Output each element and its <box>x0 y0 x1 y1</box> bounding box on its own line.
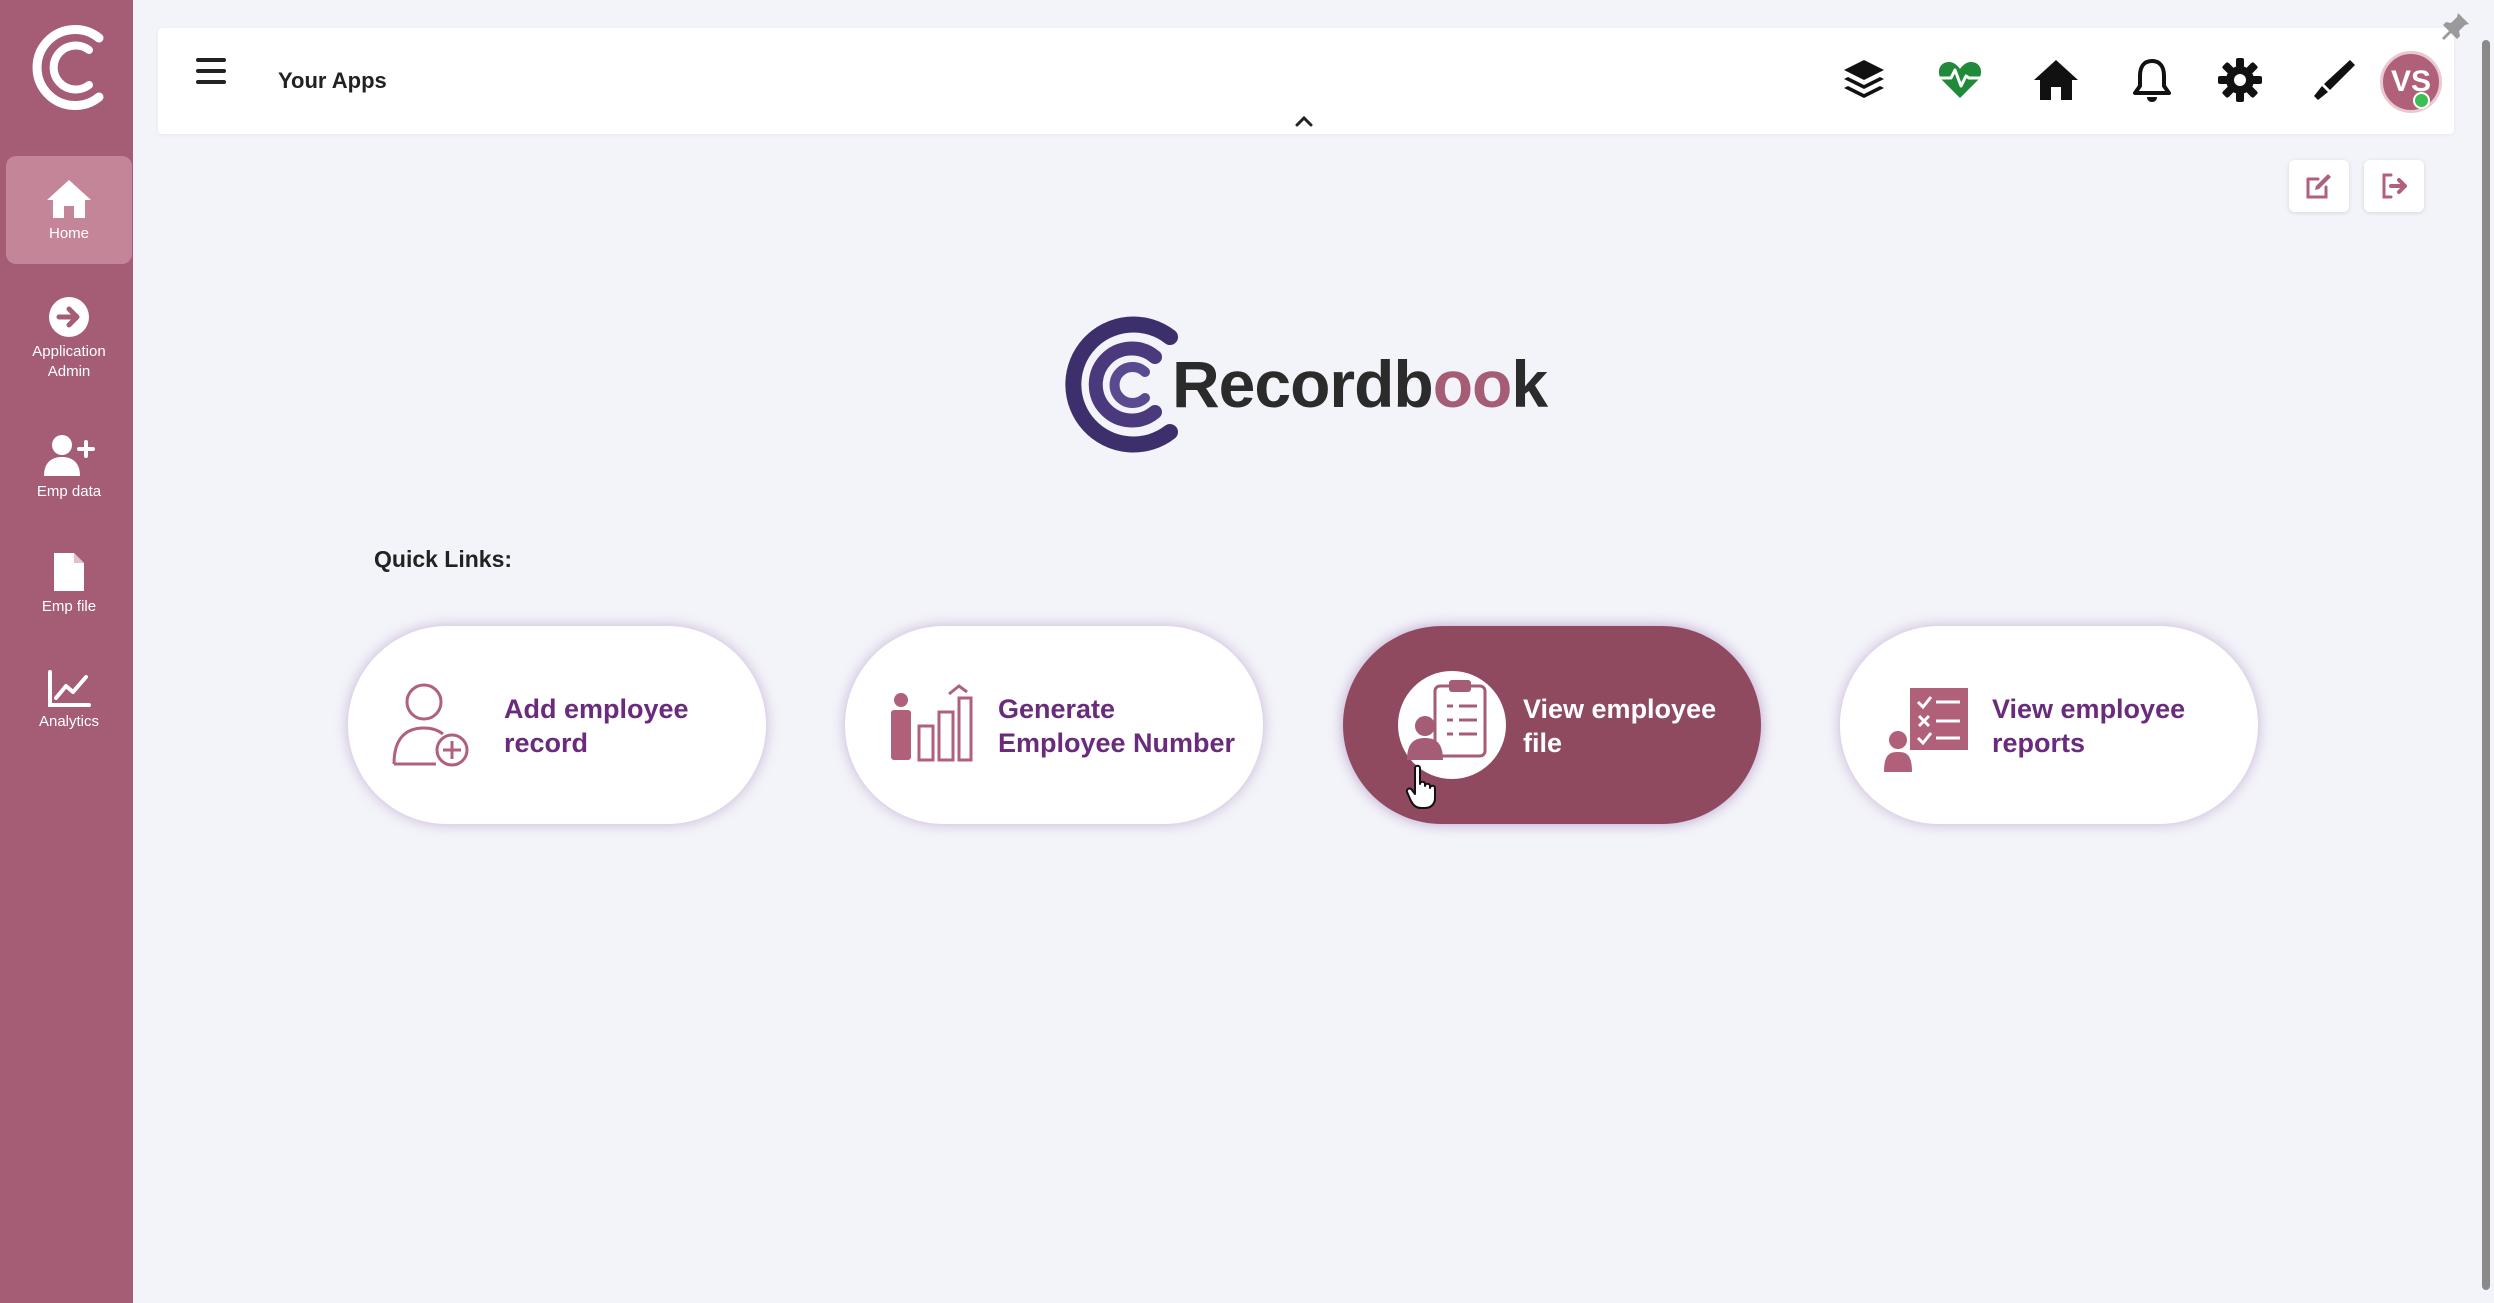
quick-link-label: View employee reports <box>1992 692 2185 760</box>
quick-link-label-line1: View employee <box>1523 694 1717 724</box>
quick-link-label-line1: View employee <box>1992 694 2186 724</box>
view-employee-reports-link[interactable]: View employee reports <box>1840 626 2258 824</box>
gear-icon[interactable] <box>2216 56 2264 104</box>
page-title: Your Apps <box>278 68 387 93</box>
quick-link-label-line2: record <box>504 728 589 758</box>
sidebar-item-analytics[interactable]: Analytics <box>6 670 132 732</box>
user-add-icon <box>392 683 469 767</box>
sidebar-item-emp-data[interactable]: Emp data <box>6 434 132 502</box>
sidebar-item-label: Emp data <box>36 483 102 500</box>
brand-name-suffix: k <box>1511 347 1548 421</box>
report-checklist-icon <box>1884 688 1968 772</box>
chart-line-icon <box>48 670 91 707</box>
sidebar-item-label: Emp file <box>41 598 97 615</box>
generate-employee-number-link[interactable]: Generate Employee Number <box>845 626 1263 824</box>
bell-icon[interactable] <box>2128 56 2176 104</box>
avatar[interactable]: VS <box>2380 51 2442 113</box>
hand-cursor-icon <box>1405 764 1436 809</box>
brand-name-highlight: oo <box>1432 347 1513 421</box>
app-logo-icon[interactable] <box>27 20 117 115</box>
heartbeat-icon[interactable] <box>1936 56 1984 104</box>
quick-link-label-line1: Add employee <box>504 694 689 724</box>
quick-link-label: Add employee record <box>504 692 689 760</box>
growth-chart-icon <box>891 684 973 762</box>
sidebar-item-label: Application Admin <box>32 343 106 380</box>
sidebar: Home Application Admin Emp data Emp file… <box>0 0 133 1303</box>
home-icon[interactable] <box>2032 56 2080 104</box>
scrollbar-thumb[interactable] <box>2482 40 2490 1290</box>
sign-out-button[interactable] <box>2364 160 2424 212</box>
quick-link-label-line2: Employee Number <box>998 728 1236 758</box>
home-icon <box>47 180 91 218</box>
quick-links-title: Quick Links: <box>374 546 513 572</box>
vertical-scrollbar[interactable] <box>2478 0 2494 1303</box>
brand-name-prefix: Recordb <box>1172 347 1434 421</box>
quick-link-label-line2: file <box>1523 728 1563 758</box>
sidebar-item-home[interactable]: Home <box>6 156 132 264</box>
chevron-up-icon[interactable] <box>1294 114 1314 128</box>
sidebar-item-label: Home <box>48 225 89 242</box>
pin-icon[interactable] <box>2440 10 2472 42</box>
quick-link-label-line1: Generate <box>998 694 1116 724</box>
sidebar-item-emp-file[interactable]: Emp file <box>6 551 132 617</box>
user-plus-icon <box>44 435 95 476</box>
arrow-right-circle-icon <box>49 297 89 337</box>
quick-link-label: View employee file <box>1523 692 1716 760</box>
sidebar-item-application-admin[interactable]: Application Admin <box>6 296 132 382</box>
pen-icon[interactable] <box>2310 56 2358 104</box>
layers-icon[interactable] <box>1840 56 1888 104</box>
add-employee-record-link[interactable]: Add employee record <box>348 626 766 824</box>
online-status-badge <box>2413 92 2430 109</box>
hamburger-menu-icon[interactable] <box>196 58 226 84</box>
sidebar-item-label: Analytics <box>38 713 100 730</box>
brand-name: Recordbook <box>1172 346 1548 422</box>
sign-out-icon <box>2382 173 2407 199</box>
clipboard-user-icon <box>1407 680 1487 760</box>
edit-icon <box>2306 174 2331 199</box>
edit-button[interactable] <box>2289 160 2349 212</box>
quick-link-label-line2: reports <box>1992 728 2086 758</box>
quick-link-label: Generate Employee Number <box>998 692 1235 760</box>
file-icon <box>54 553 84 591</box>
